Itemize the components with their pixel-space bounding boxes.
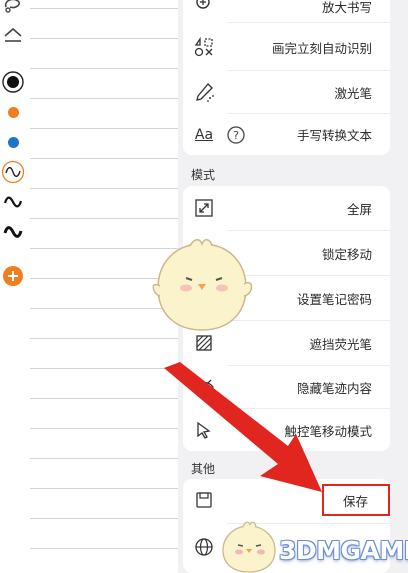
help-icon[interactable]: ? xyxy=(223,122,249,148)
mode-section-title: 模式 xyxy=(191,168,216,182)
ruled-line xyxy=(30,188,190,189)
font-icon: Aa xyxy=(194,126,214,143)
save-highlight-box xyxy=(322,484,390,516)
watermark-text: 3DMGAME xyxy=(279,536,408,565)
zoom-writing-item[interactable]: 放大书写 xyxy=(183,0,390,20)
fullscreen-label: 全屏 xyxy=(346,201,372,217)
ruled-line xyxy=(30,518,190,519)
zoom-writing-icon xyxy=(191,0,217,19)
ruled-line xyxy=(30,128,190,129)
auto-recognize-item[interactable]: 画完立刻自动识别 xyxy=(183,24,390,70)
divider xyxy=(227,22,390,23)
laser-pen-label: 激光笔 xyxy=(334,85,372,101)
pen-toolbar xyxy=(0,0,26,300)
auto-recognize-label: 画完立刻自动识别 xyxy=(271,40,372,56)
laser-pen-icon xyxy=(191,79,217,105)
pen-options-card: 放大书写 画完立刻自动识别 激光笔 Aa ? 手写转换文本 xyxy=(183,0,390,155)
ruled-line xyxy=(30,548,190,549)
zoom-writing-label: 放大书写 xyxy=(321,0,372,15)
stroke-style-medium[interactable] xyxy=(1,190,25,214)
fullscreen-item[interactable]: 全屏 xyxy=(183,186,390,230)
lock-move-label: 锁定移动 xyxy=(321,246,372,262)
add-icon[interactable] xyxy=(1,264,25,288)
stroke-style-thick[interactable] xyxy=(1,220,25,244)
handwriting-to-text-item[interactable]: Aa ? 手写转换文本 xyxy=(183,114,390,155)
lasso-icon[interactable] xyxy=(1,0,25,16)
note-password-label: 设置笔记密码 xyxy=(296,291,372,307)
ruled-line xyxy=(30,38,190,39)
ruled-line xyxy=(30,218,190,219)
pen-color-blue[interactable] xyxy=(1,130,25,154)
ruled-line xyxy=(30,98,190,99)
laser-pen-item[interactable]: 激光笔 xyxy=(183,71,390,113)
mask-highlighter-label: 遮挡荧光笔 xyxy=(309,336,372,352)
ruled-line xyxy=(30,8,190,9)
shape-icon[interactable] xyxy=(1,24,25,48)
pen-color-orange[interactable] xyxy=(1,100,25,124)
ruled-line xyxy=(30,338,190,339)
pen-color-black[interactable] xyxy=(1,70,25,94)
red-arrow-annotation xyxy=(164,362,322,492)
watermark-mascot-icon xyxy=(222,521,276,573)
fullscreen-icon xyxy=(191,195,217,221)
ruled-line xyxy=(30,68,190,69)
ruled-line xyxy=(30,158,190,159)
stroke-style-thin-selected[interactable] xyxy=(1,160,25,184)
svg-text:?: ? xyxy=(233,129,239,142)
mascot-sticker xyxy=(152,239,253,331)
handwriting-to-text-label: 手写转换文本 xyxy=(296,128,372,143)
shape-recognize-icon xyxy=(191,34,217,60)
globe-icon xyxy=(191,534,217,560)
